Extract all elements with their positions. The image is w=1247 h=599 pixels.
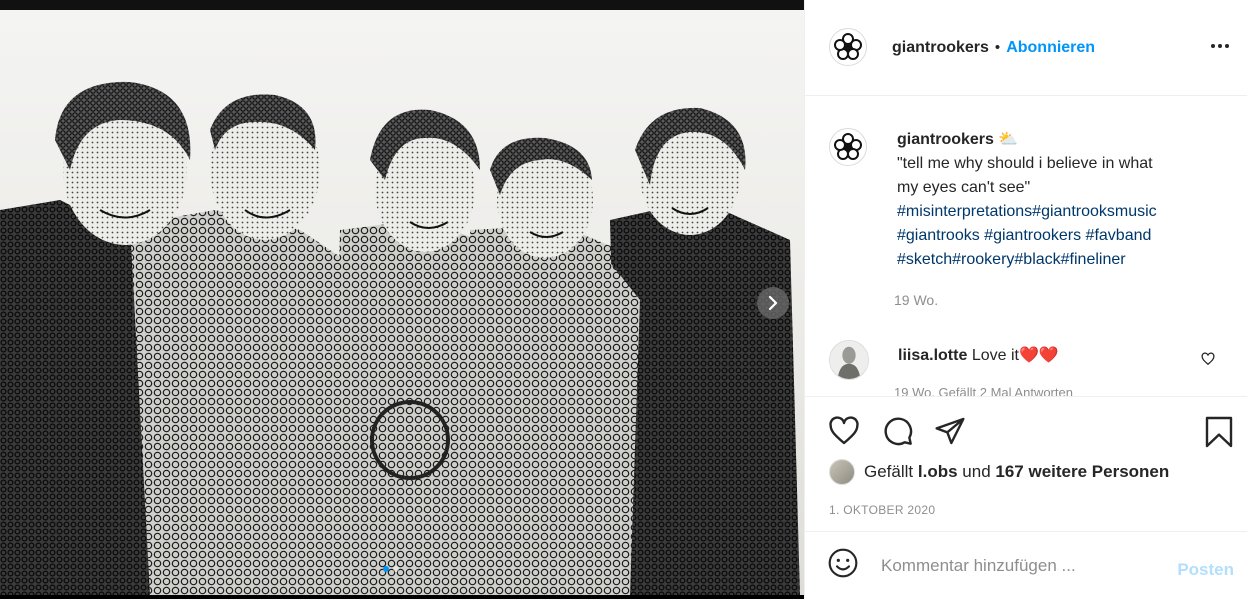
more-icon-dot	[1218, 44, 1222, 48]
cloud-sun-emoji: ⛅	[998, 131, 1019, 148]
commenter-avatar[interactable]	[829, 340, 869, 380]
hashtag-link[interactable]: #favband	[1081, 227, 1152, 244]
post-media[interactable]	[0, 0, 804, 599]
commenter-photo	[830, 341, 868, 379]
more-options-button[interactable]	[1211, 36, 1229, 56]
comment-hearts: ❤️❤️	[1018, 347, 1059, 364]
comment-input[interactable]	[881, 555, 1151, 576]
carousel-dot-active	[383, 566, 389, 572]
post-date[interactable]: 1. OKTOBER 2020	[829, 503, 935, 517]
add-comment-bar: Posten	[805, 531, 1247, 599]
flower-avatar-icon	[834, 133, 862, 160]
more-icon	[1211, 44, 1215, 48]
author-username[interactable]: giantrookers	[892, 39, 989, 57]
post-header: giantrookers • Abonnieren	[805, 0, 1247, 96]
like-button[interactable]	[827, 415, 861, 452]
comment-item: liisa.lotte Love it❤️❤️	[829, 340, 1059, 380]
hashtag-line: #misinterpretations#giantrooksmusic	[897, 200, 1227, 224]
comment-like-button[interactable]	[1201, 352, 1215, 371]
sketch-drawing	[0, 81, 800, 595]
comments-section: giantrookers ⛅ "tell me why should i bel…	[805, 96, 1247, 398]
hashtag-link[interactable]: #fineliner	[1061, 251, 1126, 268]
carousel-dot	[393, 566, 399, 572]
caption-text: giantrookers ⛅ "tell me why should i bel…	[897, 128, 1227, 272]
likes-prefix: Gefällt	[864, 462, 914, 481]
comment-button[interactable]	[881, 415, 915, 452]
follow-button[interactable]: Abonnieren	[1006, 39, 1095, 57]
media-top-border	[0, 0, 804, 10]
hashtag-link[interactable]: #giantrooks	[897, 227, 980, 244]
post-caption: giantrookers ⛅ "tell me why should i bel…	[829, 128, 1227, 272]
hashtag-link[interactable]: #giantrooksmusic	[1032, 203, 1157, 220]
carousel-indicator	[383, 566, 399, 572]
first-liker[interactable]: l.obs	[918, 462, 958, 482]
more-icon-dot	[1225, 44, 1229, 48]
share-button[interactable]	[933, 415, 967, 452]
hashtag-line: #giantrooks #giantrookers #favband	[897, 224, 1227, 248]
comment-text: Love it	[971, 347, 1019, 364]
heart-icon	[829, 416, 859, 445]
caption-time[interactable]: 19 Wo.	[894, 292, 938, 308]
comment-icon	[884, 417, 913, 446]
hashtag-link[interactable]: #giantrookers	[980, 227, 1081, 244]
save-button[interactable]	[1203, 415, 1235, 454]
commenter-username[interactable]: liisa.lotte	[898, 347, 967, 364]
hashtag-link[interactable]: #misinterpretations	[897, 203, 1032, 220]
hashtag-link[interactable]: #black	[1014, 251, 1060, 268]
likes-summary: Gefällt l.obs und 167 weitere Personen	[829, 459, 1169, 485]
author-avatar[interactable]	[829, 27, 867, 66]
sketch-image	[0, 10, 804, 595]
emoji-picker-button[interactable]	[827, 547, 859, 584]
other-likers-link[interactable]: 167 weitere Personen	[995, 462, 1169, 482]
carousel-next-button[interactable]	[757, 287, 789, 319]
post-comment-button[interactable]: Posten	[1177, 560, 1234, 580]
action-bar	[805, 396, 1247, 466]
emoji-icon	[828, 548, 858, 578]
flower-avatar-icon	[834, 32, 862, 60]
post-side-panel: giantrookers • Abonnieren giantrookers ⛅…	[804, 0, 1247, 599]
header-separator: •	[994, 39, 1001, 56]
caption-line: my eyes can't see"	[897, 179, 1031, 196]
share-icon	[935, 417, 965, 445]
caption-line: "tell me why should i believe in what	[897, 155, 1153, 172]
liker-avatar[interactable]	[829, 459, 855, 485]
caption-avatar[interactable]	[829, 128, 867, 166]
hashtag-link[interactable]: #sketch	[897, 251, 952, 268]
likes-and: und	[962, 462, 991, 481]
bookmark-icon	[1205, 416, 1233, 448]
caption-username[interactable]: giantrookers	[897, 131, 994, 148]
hashtag-line: #sketch#rookery#black#fineliner	[897, 248, 1227, 272]
hashtag-link[interactable]: #rookery	[952, 251, 1014, 268]
chevron-right-icon	[768, 296, 778, 310]
comment-body: liisa.lotte Love it❤️❤️	[898, 345, 1059, 365]
heart-icon	[1201, 352, 1215, 366]
